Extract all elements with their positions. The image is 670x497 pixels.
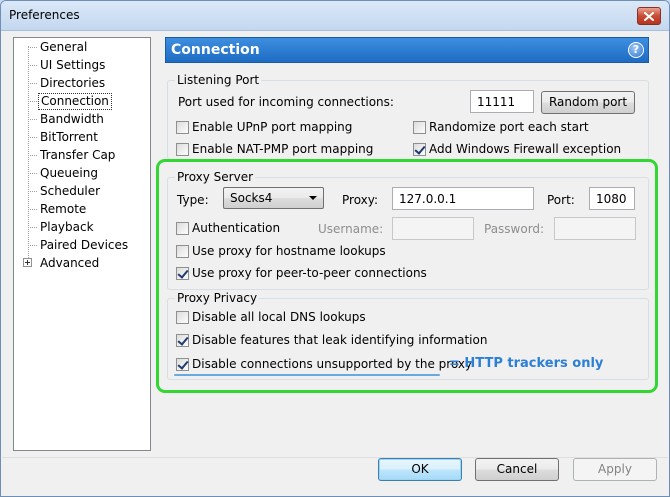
tree-item-general[interactable]: General xyxy=(38,39,89,56)
authentication-checkbox[interactable] xyxy=(176,222,189,235)
tree-item-paired-devices[interactable]: Paired Devices xyxy=(38,237,130,254)
natpmp-checkbox[interactable] xyxy=(176,143,189,156)
disable-unsupported-checkbox[interactable] xyxy=(176,358,189,371)
disable-leak-label[interactable]: Disable features that leak identifying i… xyxy=(192,332,487,348)
preferences-window: Preferences General UI Settings Director… xyxy=(0,0,670,497)
username-label: Username: xyxy=(318,222,384,236)
tree-item-advanced[interactable]: Advanced xyxy=(38,255,101,272)
proxy-type-value: Socks4 xyxy=(230,191,273,205)
page-title: Connection xyxy=(171,42,260,58)
upnp-label[interactable]: Enable UPnP port mapping xyxy=(192,119,352,135)
annotation-underline xyxy=(174,374,440,376)
authentication-label[interactable]: Authentication xyxy=(192,220,280,236)
tree-line xyxy=(28,83,37,84)
window-title: Preferences xyxy=(9,8,80,22)
tree-item-remote[interactable]: Remote xyxy=(38,201,88,218)
peer-connections-label[interactable]: Use proxy for peer-to-peer connections xyxy=(192,265,427,281)
proxy-port-input[interactable] xyxy=(589,187,635,210)
close-button[interactable] xyxy=(637,7,661,25)
proxy-port-label: Port: xyxy=(547,193,575,207)
expand-plus-icon[interactable] xyxy=(23,258,32,267)
tree-item-bandwidth[interactable]: Bandwidth xyxy=(38,111,106,128)
upnp-checkbox[interactable] xyxy=(176,121,189,134)
tree-line xyxy=(28,101,37,102)
tree-item-queueing[interactable]: Queueing xyxy=(38,165,100,182)
tree-line xyxy=(28,137,37,138)
firewall-exception-checkbox[interactable] xyxy=(413,143,426,156)
group-label-proxy-privacy: Proxy Privacy xyxy=(175,291,260,306)
disable-dns-checkbox[interactable] xyxy=(176,311,189,324)
hostname-lookups-checkbox[interactable] xyxy=(176,245,189,258)
preferences-tree[interactable]: General UI Settings Directories Connecti… xyxy=(13,37,151,451)
disable-leak-checkbox[interactable] xyxy=(176,334,189,347)
group-label-proxy-server: Proxy Server xyxy=(175,170,256,185)
tree-line xyxy=(28,191,37,192)
proxy-type-select[interactable]: Socks4 xyxy=(223,187,324,209)
chevron-down-icon xyxy=(309,196,317,200)
ok-button[interactable]: OK xyxy=(378,458,462,481)
firewall-exception-label[interactable]: Add Windows Firewall exception xyxy=(429,141,621,157)
tree-item-directories[interactable]: Directories xyxy=(38,75,107,92)
tree-item-scheduler[interactable]: Scheduler xyxy=(38,183,102,200)
password-label: Password: xyxy=(484,222,545,236)
natpmp-label[interactable]: Enable NAT-PMP port mapping xyxy=(192,141,373,157)
tree-item-transfer-cap[interactable]: Transfer Cap xyxy=(38,147,117,164)
annotation-text: = HTTP trackers only xyxy=(449,356,604,371)
listening-port-input[interactable] xyxy=(470,90,534,113)
tree-item-playback[interactable]: Playback xyxy=(38,219,96,236)
tree-line xyxy=(28,209,37,210)
title-bar[interactable]: Preferences xyxy=(1,1,669,31)
close-icon xyxy=(644,11,654,21)
hostname-lookups-label[interactable]: Use proxy for hostname lookups xyxy=(192,243,386,259)
tree-item-bittorrent[interactable]: BitTorrent xyxy=(38,129,100,146)
section-header: Connection ? xyxy=(165,37,649,63)
tree-line xyxy=(28,65,37,66)
proxy-type-label: Type: xyxy=(177,193,209,207)
help-icon[interactable]: ? xyxy=(628,42,644,58)
randomize-port-label[interactable]: Randomize port each start xyxy=(429,119,589,135)
proxy-address-input[interactable] xyxy=(392,187,534,210)
tree-item-ui-settings[interactable]: UI Settings xyxy=(38,57,107,74)
tree-line xyxy=(28,245,37,246)
port-label: Port used for incoming connections: xyxy=(178,95,394,109)
random-port-button[interactable]: Random port xyxy=(541,91,635,114)
tree-line xyxy=(28,46,29,262)
peer-connections-checkbox[interactable] xyxy=(176,267,189,280)
apply-button[interactable]: Apply xyxy=(573,458,657,481)
randomize-port-checkbox[interactable] xyxy=(413,121,426,134)
username-input xyxy=(392,217,474,240)
password-input xyxy=(554,217,636,240)
group-label-listening-port: Listening Port xyxy=(175,73,262,88)
tree-line xyxy=(28,47,37,48)
tree-item-connection[interactable]: Connection xyxy=(38,93,112,110)
tree-line xyxy=(28,155,37,156)
tree-line xyxy=(28,119,37,120)
disable-dns-label[interactable]: Disable all local DNS lookups xyxy=(192,309,366,325)
proxy-address-label: Proxy: xyxy=(342,193,379,207)
disable-unsupported-label[interactable]: Disable connections unsupported by the p… xyxy=(192,356,472,372)
tree-line xyxy=(28,227,37,228)
cancel-button[interactable]: Cancel xyxy=(475,458,559,481)
tree-line xyxy=(28,173,37,174)
footer-separator xyxy=(2,457,668,458)
